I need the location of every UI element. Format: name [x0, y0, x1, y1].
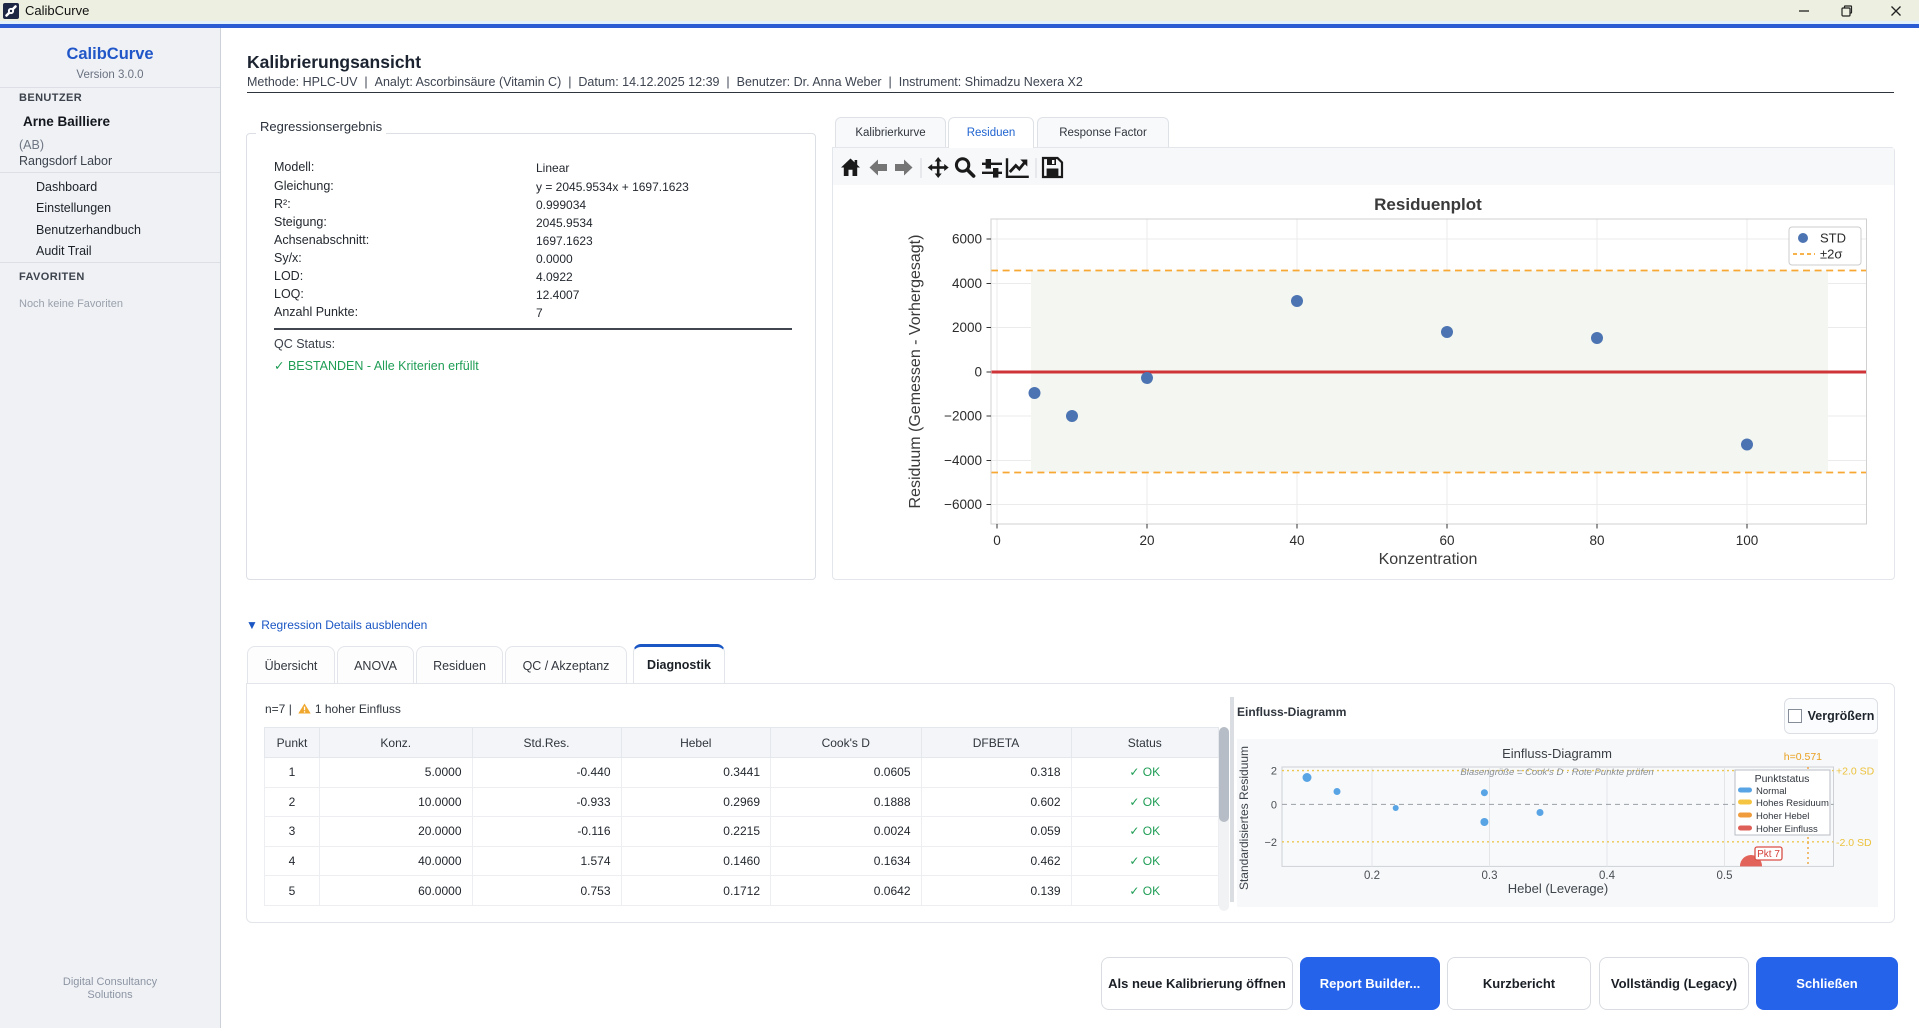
svg-text:0: 0	[1271, 799, 1277, 811]
svg-text:Normal: Normal	[1756, 786, 1787, 797]
svg-text:Standardisiertes Residuum: Standardisiertes Residuum	[1237, 746, 1251, 890]
svg-text:Einfluss-Diagramm: Einfluss-Diagramm	[1502, 746, 1612, 761]
svg-text:2000: 2000	[952, 320, 982, 335]
svg-text:-2.0 SD: -2.0 SD	[1836, 837, 1872, 849]
svg-text:100: 100	[1736, 533, 1759, 548]
svg-text:Pkt 7: Pkt 7	[1757, 849, 1780, 860]
svg-text:80: 80	[1589, 533, 1604, 548]
svg-text:±2σ: ±2σ	[1820, 247, 1842, 262]
svg-text:20: 20	[1139, 533, 1154, 548]
svg-text:0.3: 0.3	[1482, 870, 1498, 882]
svg-text:Residuum (Gemessen - Vorherges: Residuum (Gemessen - Vorhergesagt)	[907, 235, 924, 509]
svg-text:4000: 4000	[952, 276, 982, 291]
svg-text:0.2: 0.2	[1364, 870, 1380, 882]
svg-text:Hoher Hebel: Hoher Hebel	[1756, 811, 1809, 822]
svg-text:STD: STD	[1820, 231, 1846, 246]
svg-text:0: 0	[974, 365, 982, 380]
svg-text:−4000: −4000	[944, 453, 982, 468]
svg-text:−2000: −2000	[944, 409, 982, 424]
svg-text:Hoher Einfluss: Hoher Einfluss	[1756, 824, 1818, 835]
svg-text:−2: −2	[1264, 837, 1277, 849]
svg-text:Hebel (Leverage): Hebel (Leverage)	[1508, 881, 1608, 896]
svg-text:Residuenplot: Residuenplot	[1374, 195, 1482, 214]
svg-text:Punktstatus: Punktstatus	[1755, 773, 1810, 785]
svg-text:60: 60	[1439, 533, 1454, 548]
svg-text:0.5: 0.5	[1717, 870, 1733, 882]
svg-text:40: 40	[1289, 533, 1304, 548]
svg-text:h=0.571: h=0.571	[1784, 751, 1822, 763]
svg-text:+2.0 SD: +2.0 SD	[1836, 766, 1875, 778]
svg-text:Hohes Residuum: Hohes Residuum	[1756, 798, 1829, 809]
svg-text:Konzentration: Konzentration	[1379, 551, 1478, 568]
svg-text:2: 2	[1271, 766, 1277, 778]
svg-text:0: 0	[993, 533, 1001, 548]
svg-text:6000: 6000	[952, 232, 982, 247]
svg-text:−6000: −6000	[944, 497, 982, 512]
svg-text:Blasengröße = Cook's D · Rote: Blasengröße = Cook's D · Rote Punkte prü…	[1460, 767, 1653, 778]
